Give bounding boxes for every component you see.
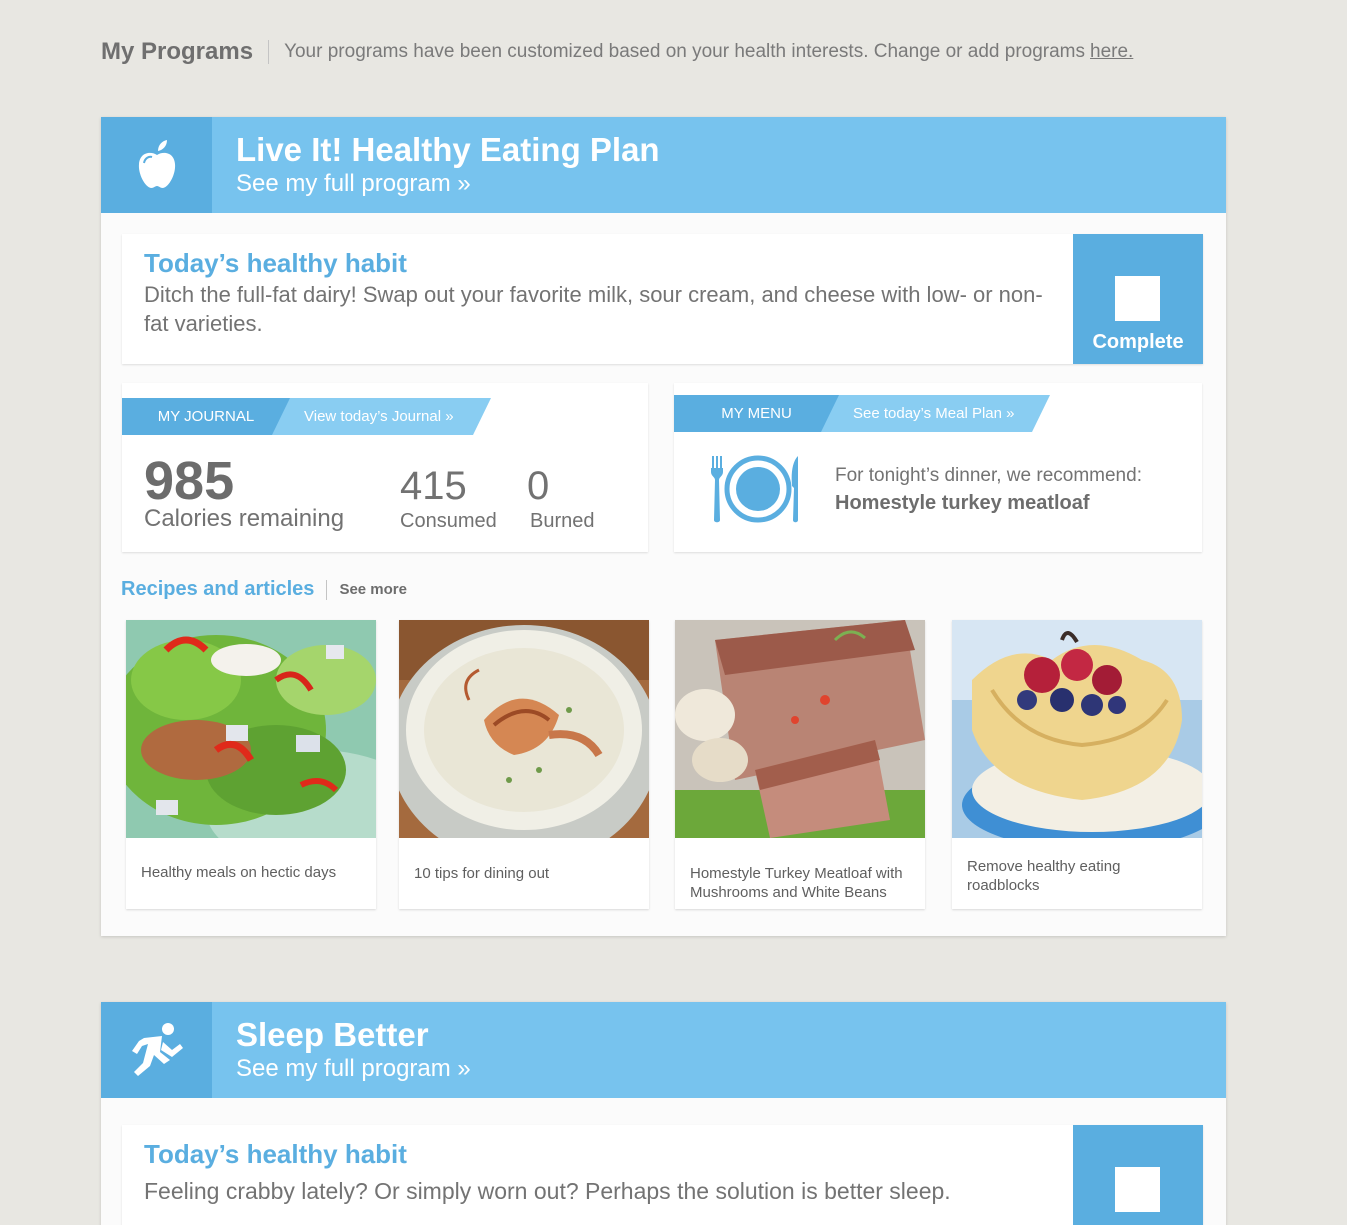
habit-title: Today’s healthy habit <box>144 1139 407 1169</box>
program-healthy-eating: Live It! Healthy Eating Plan See my full… <box>101 117 1226 936</box>
calories-remaining-label: Calories remaining <box>144 505 345 532</box>
burned-label: Burned <box>530 510 595 532</box>
calories-remaining-value: 985 <box>144 451 235 511</box>
menu-ribbon: MY MENU See today’s Meal Plan » <box>674 395 1050 432</box>
complete-checkbox[interactable] <box>1115 1167 1160 1212</box>
recipe-card[interactable]: Homestyle Turkey Meatloaf with Mushrooms… <box>675 620 925 909</box>
recipe-caption: 10 tips for dining out <box>414 865 550 882</box>
program-title: Sleep Better <box>236 1016 429 1053</box>
healthy-habit-card: Today’s healthy habit Feeling crabby lat… <box>122 1125 1203 1225</box>
recipes-divider <box>326 579 328 600</box>
complete-button[interactable] <box>1073 1125 1203 1225</box>
shrimp-soup-image <box>399 620 649 838</box>
recipe-card[interactable]: Healthy meals on hectic days <box>126 620 376 909</box>
recipe-card[interactable]: 10 tips for dining out <box>399 620 649 909</box>
habit-text: Feeling crabby lately? Or simply worn ou… <box>144 1178 951 1204</box>
recipes-header: Recipes and articles See more <box>121 578 407 601</box>
journal-tab: MY JOURNAL <box>122 398 290 435</box>
recipe-card[interactable]: Remove healthy eating roadblocks <box>952 620 1202 909</box>
consumed-value: 415 <box>400 464 467 508</box>
my-programs-bar: My Programs Your programs have been cust… <box>101 38 1133 66</box>
menu-widget: MY MENU See today’s Meal Plan » For toni… <box>674 383 1202 552</box>
program-header: Live It! Healthy Eating Plan See my full… <box>101 117 1226 213</box>
habit-title: Today’s healthy habit <box>144 248 407 278</box>
program-title: Live It! Healthy Eating Plan <box>236 131 660 168</box>
recipes-title: Recipes and articles <box>121 578 315 600</box>
apple-icon <box>138 140 175 188</box>
page-title: My Programs <box>101 38 254 65</box>
running-person-icon <box>131 1023 183 1076</box>
recipe-caption: Homestyle Turkey Meatloaf with Mushrooms… <box>690 865 903 901</box>
programs-description: Your programs have been customized based… <box>284 41 1086 62</box>
salad-image <box>126 620 376 838</box>
burned-value: 0 <box>527 464 550 508</box>
complete-label: Complete <box>1092 331 1184 353</box>
habit-text: Ditch the full-fat dairy! Swap out your … <box>144 282 1043 336</box>
view-journal-link[interactable]: View today’s Journal » <box>272 398 491 435</box>
recipe-caption: Healthy meals on hectic days <box>141 864 337 881</box>
healthy-habit-card: Today’s healthy habit Ditch the full-fat… <box>122 234 1203 364</box>
see-full-program-link[interactable]: See my full program » <box>236 169 660 199</box>
see-more-link[interactable]: See more <box>339 581 407 598</box>
program-header: Sleep Better See my full program » <box>101 1002 1226 1098</box>
plate-utensils-icon <box>711 455 798 523</box>
title-divider <box>268 40 270 64</box>
journal-ribbon: MY JOURNAL View today’s Journal » <box>122 398 491 435</box>
dinner-recommendation-dish[interactable]: Homestyle turkey meatloaf <box>835 492 1090 515</box>
berry-phyllo-cup-image <box>952 620 1202 838</box>
complete-checkbox[interactable] <box>1115 276 1160 321</box>
program-icon-box <box>101 1002 212 1098</box>
dinner-recommendation-text: For tonight’s dinner, we recommend: <box>835 465 1142 486</box>
change-programs-link[interactable]: here. <box>1090 41 1133 63</box>
see-meal-plan-link[interactable]: See today’s Meal Plan » <box>821 395 1050 432</box>
meatloaf-image <box>675 620 925 838</box>
program-sleep-better: Sleep Better See my full program » Today… <box>101 1002 1226 1225</box>
complete-button[interactable]: Complete <box>1073 234 1203 364</box>
recipe-caption: Remove healthy eating roadblocks <box>967 858 1121 894</box>
journal-widget: MY JOURNAL View today’s Journal » 985 Ca… <box>122 383 648 552</box>
menu-tab: MY MENU <box>674 395 839 432</box>
see-full-program-link[interactable]: See my full program » <box>236 1054 471 1084</box>
program-icon-box <box>101 117 212 213</box>
consumed-label: Consumed <box>400 510 497 532</box>
